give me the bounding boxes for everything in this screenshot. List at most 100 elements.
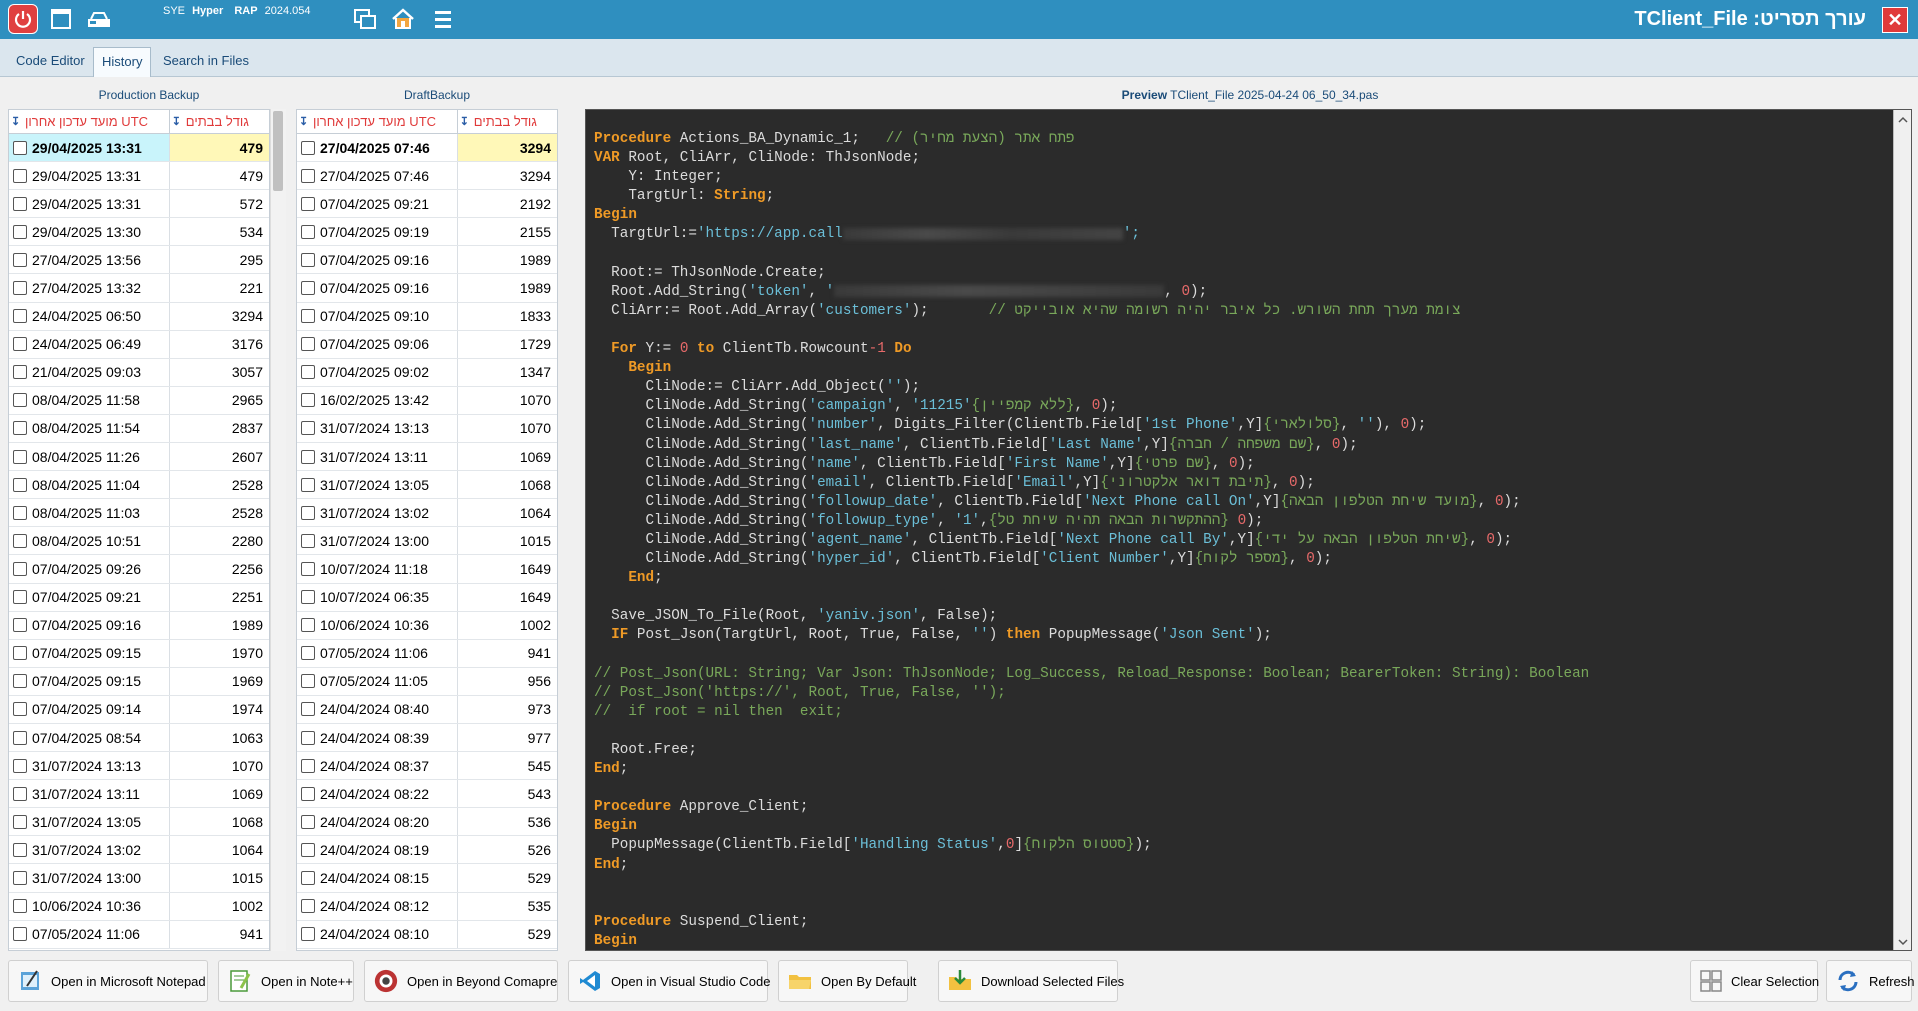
row-checkbox[interactable]	[301, 393, 315, 408]
table-row[interactable]: 29/04/2025 13:31 479	[9, 162, 269, 191]
table-row[interactable]: 29/04/2025 13:31 479	[9, 134, 269, 163]
tab-history[interactable]: History	[93, 47, 152, 77]
table-row[interactable]: 07/04/2025 09:02 1347	[297, 358, 557, 387]
row-checkbox[interactable]	[13, 196, 27, 211]
row-checkbox[interactable]	[301, 786, 315, 801]
row-checkbox[interactable]	[13, 702, 27, 717]
row-checkbox[interactable]	[301, 281, 315, 296]
table-row[interactable]: 24/04/2025 06:49 3176	[9, 330, 269, 359]
row-checkbox[interactable]	[13, 365, 27, 380]
row-checkbox[interactable]	[301, 477, 315, 492]
row-checkbox[interactable]	[301, 224, 315, 239]
table-row[interactable]: 07/04/2025 09:14 1974	[9, 695, 269, 724]
code-preview[interactable]: Procedure Actions_BA_Dynamic_1; // (הצעת…	[585, 109, 1912, 951]
row-checkbox[interactable]	[13, 618, 27, 633]
drive-button[interactable]	[84, 4, 114, 34]
table-row[interactable]: 07/04/2025 09:16 1989	[9, 611, 269, 640]
row-checkbox[interactable]	[13, 281, 27, 296]
row-checkbox[interactable]	[301, 533, 315, 548]
table-row[interactable]: 24/04/2025 06:50 3294	[9, 302, 269, 331]
row-checkbox[interactable]	[13, 421, 27, 436]
table-row[interactable]: 07/04/2025 09:16 1989	[297, 246, 557, 275]
row-checkbox[interactable]	[301, 505, 315, 520]
tab-search-in-files[interactable]: Search in Files	[155, 47, 257, 77]
table-row[interactable]: 07/04/2025 09:21 2192	[297, 190, 557, 219]
row-checkbox[interactable]	[13, 730, 27, 745]
table-row[interactable]: 24/04/2024 08:37 545	[297, 752, 557, 781]
table-row[interactable]: 27/04/2025 13:56 295	[9, 246, 269, 275]
table-row[interactable]: 31/07/2024 13:11 1069	[9, 780, 269, 809]
row-checkbox[interactable]	[13, 252, 27, 267]
row-checkbox[interactable]	[13, 870, 27, 885]
table-row[interactable]: 31/07/2024 13:13 1070	[9, 752, 269, 781]
table-row[interactable]: 24/04/2024 08:22 543	[297, 780, 557, 809]
row-checkbox[interactable]	[301, 730, 315, 745]
row-checkbox[interactable]	[13, 899, 27, 914]
table-row[interactable]: 08/04/2025 11:26 2607	[9, 443, 269, 472]
row-checkbox[interactable]	[301, 252, 315, 267]
table-row[interactable]: 08/04/2025 11:03 2528	[9, 499, 269, 528]
row-checkbox[interactable]	[301, 702, 315, 717]
windows-button[interactable]	[350, 4, 380, 34]
table-row[interactable]: 31/07/2024 13:00 1015	[297, 527, 557, 556]
table-row[interactable]: 07/04/2025 09:19 2155	[297, 218, 557, 247]
row-checkbox[interactable]	[301, 168, 315, 183]
row-checkbox[interactable]	[13, 533, 27, 548]
row-checkbox[interactable]	[13, 337, 27, 352]
table-row[interactable]: 31/07/2024 13:05 1068	[297, 471, 557, 500]
table-row[interactable]: 31/07/2024 13:05 1068	[9, 808, 269, 837]
table-row[interactable]: 07/05/2024 11:05 956	[297, 667, 557, 696]
row-checkbox[interactable]	[13, 814, 27, 829]
table-row[interactable]: 24/04/2024 08:39 977	[297, 723, 557, 753]
table-row[interactable]: 07/05/2024 11:06 941	[9, 920, 269, 949]
row-checkbox[interactable]	[13, 758, 27, 773]
row-checkbox[interactable]	[301, 196, 315, 211]
table-row[interactable]: 31/07/2024 13:00 1015	[9, 864, 269, 893]
row-checkbox[interactable]	[301, 814, 315, 829]
table-row[interactable]: 07/04/2025 09:15 1969	[9, 667, 269, 696]
row-checkbox[interactable]	[13, 646, 27, 661]
download-selected-button[interactable]: Download Selected Files	[938, 960, 1124, 1002]
table-row[interactable]: 07/04/2025 09:26 2256	[9, 555, 269, 584]
table-row[interactable]: 10/06/2024 10:36 1002	[9, 892, 269, 921]
row-checkbox[interactable]	[301, 561, 315, 576]
row-checkbox[interactable]	[301, 421, 315, 436]
row-checkbox[interactable]	[13, 590, 27, 605]
row-checkbox[interactable]	[301, 140, 315, 155]
home-button[interactable]	[388, 4, 418, 34]
row-checkbox[interactable]	[301, 309, 315, 324]
row-checkbox[interactable]	[13, 927, 27, 942]
table-row[interactable]: 07/04/2025 09:10 1833	[297, 302, 557, 331]
row-checkbox[interactable]	[301, 590, 315, 605]
table-row[interactable]: 31/07/2024 13:13 1070	[297, 414, 557, 444]
row-checkbox[interactable]	[301, 449, 315, 464]
table-row[interactable]: 27/04/2025 07:46 3294	[297, 134, 557, 163]
table-row[interactable]: 08/04/2025 10:51 2280	[9, 527, 269, 556]
table-row[interactable]: 07/05/2024 11:06 941	[297, 639, 557, 668]
row-checkbox[interactable]	[13, 393, 27, 408]
production-scrollbar[interactable]	[270, 109, 286, 951]
table-row[interactable]: 27/04/2025 13:32 221	[9, 274, 269, 303]
open-by-default-button[interactable]: Open By Default	[778, 960, 916, 1002]
row-checkbox[interactable]	[301, 842, 315, 857]
table-row[interactable]: 10/07/2024 06:35 1649	[297, 583, 557, 612]
refresh-button[interactable]: Refresh	[1826, 960, 1915, 1002]
close-button[interactable]: ✕	[1882, 7, 1908, 33]
table-row[interactable]: 24/04/2024 08:19 526	[297, 836, 557, 865]
row-checkbox[interactable]	[301, 758, 315, 773]
table-row[interactable]: 24/04/2024 08:10 529	[297, 920, 557, 949]
draft-col-size[interactable]: ↧ גודל בבתים	[458, 110, 557, 133]
row-checkbox[interactable]	[13, 140, 27, 155]
table-row[interactable]: 07/04/2025 09:06 1729	[297, 330, 557, 359]
table-row[interactable]: 08/04/2025 11:54 2837	[9, 414, 269, 444]
table-row[interactable]: 24/04/2024 08:40 973	[297, 695, 557, 724]
row-checkbox[interactable]	[301, 646, 315, 661]
table-row[interactable]: 07/04/2025 09:21 2251	[9, 583, 269, 612]
row-checkbox[interactable]	[301, 365, 315, 380]
production-scroll-thumb[interactable]	[273, 111, 283, 191]
row-checkbox[interactable]	[13, 309, 27, 324]
menu-button[interactable]	[428, 4, 458, 34]
power-button[interactable]	[8, 4, 38, 34]
open-notepad-button[interactable]: Open in Microsoft Notepad	[8, 960, 208, 1002]
open-vscode-button[interactable]: Open in Visual Studio Code	[568, 960, 770, 1002]
